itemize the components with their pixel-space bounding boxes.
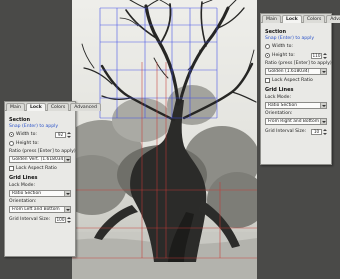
chevron-down-icon xyxy=(320,69,326,74)
decrement-arrow-icon[interactable] xyxy=(67,220,71,223)
height-radio[interactable] xyxy=(265,53,270,58)
grid-interval-label: Grid Interval Size: xyxy=(9,217,51,222)
lock-aspect-label: Lock Aspect Ratio xyxy=(272,78,313,83)
orientation-select[interactable]: From Left and Bottom xyxy=(9,206,71,213)
width-stepper[interactable]: 92 xyxy=(55,131,71,138)
orientation-value: From Left and Bottom xyxy=(12,207,60,212)
snap-link[interactable]: Snap (Enter) to apply xyxy=(9,124,71,129)
photo-canvas[interactable] xyxy=(72,0,257,279)
lock-mode-select[interactable]: Ratio Section xyxy=(265,102,327,109)
section-heading: Section xyxy=(9,117,31,123)
height-radio[interactable] xyxy=(9,141,14,146)
lock-aspect-checkbox[interactable] xyxy=(265,78,270,83)
height-option[interactable]: Height to: 110 xyxy=(265,52,327,59)
width-option[interactable]: Width to: 92 xyxy=(9,131,71,138)
width-label: Width to: xyxy=(272,44,293,49)
decrement-arrow-icon[interactable] xyxy=(323,132,327,135)
grid-interval-value[interactable]: 100 xyxy=(55,216,66,223)
lock-mode-select[interactable]: Ratio Section xyxy=(9,190,71,197)
lock-aspect-checkbox[interactable] xyxy=(9,166,14,171)
chevron-down-icon xyxy=(320,119,326,124)
tab-lock[interactable]: Lock xyxy=(25,103,46,111)
lock-aspect-option[interactable]: Lock Aspect Ratio xyxy=(9,165,71,172)
tree-photo xyxy=(72,0,257,279)
tab-main[interactable]: Main xyxy=(6,103,25,111)
height-label: Height to: xyxy=(16,141,39,146)
width-label: Width to: xyxy=(16,132,37,137)
lock-mode-label: Lock Mode: xyxy=(265,95,291,100)
ratio-label: Ratio (press [Enter] to apply) xyxy=(265,61,332,66)
grid-interval-label: Grid Interval Size: xyxy=(265,129,307,134)
lock-aspect-label: Lock Aspect Ratio xyxy=(16,166,57,171)
ratio-select[interactable]: Golden (1.618034) xyxy=(265,68,327,75)
snap-link[interactable]: Snap (Enter) to apply xyxy=(265,36,327,41)
chevron-down-icon xyxy=(64,157,70,162)
grid-palette-left: Main Lock Colors Advanced Section Snap (… xyxy=(4,101,101,257)
ratio-value: Golden (1.618034) xyxy=(268,69,310,74)
orientation-label: Orientation: xyxy=(9,199,37,204)
lock-aspect-option[interactable]: Lock Aspect Ratio xyxy=(265,77,327,84)
palette-tabs: Main Lock Colors Advanced xyxy=(261,14,340,23)
ratio-select[interactable]: Golden Vert. (1.618034) xyxy=(9,156,71,163)
tab-lock[interactable]: Lock xyxy=(281,15,302,23)
palette-body: Section Snap (Enter) to apply Width to: … xyxy=(261,23,332,138)
orientation-label: Orientation: xyxy=(265,111,293,116)
decrement-arrow-icon[interactable] xyxy=(67,135,71,138)
grid-interval-row: Grid Interval Size: 10 xyxy=(265,128,327,135)
grid-interval-stepper[interactable]: 100 xyxy=(55,216,71,223)
tab-advanced[interactable]: Advanced xyxy=(70,103,101,111)
tab-colors[interactable]: Colors xyxy=(46,103,70,111)
grid-interval-value[interactable]: 10 xyxy=(311,128,322,135)
palette-body: Section Snap (Enter) to apply Width to: … xyxy=(5,111,76,226)
increment-arrow-icon[interactable] xyxy=(67,131,71,134)
grid-lines-heading: Grid Lines xyxy=(9,175,38,181)
height-value[interactable]: 110 xyxy=(311,52,322,59)
orientation-select[interactable]: From Right and Bottom xyxy=(265,118,327,125)
increment-arrow-icon[interactable] xyxy=(323,52,327,55)
lock-mode-label: Lock Mode: xyxy=(9,183,35,188)
grid-interval-row: Grid Interval Size: 100 xyxy=(9,216,71,223)
lock-mode-value: Ratio Section xyxy=(12,191,41,196)
height-label: Height to: xyxy=(272,53,295,58)
height-option[interactable]: Height to: xyxy=(9,140,71,147)
orientation-value: From Right and Bottom xyxy=(268,119,319,124)
decrement-arrow-icon[interactable] xyxy=(323,56,327,59)
width-radio[interactable] xyxy=(265,44,270,49)
workspace-background: Main Lock Colors Advanced Section Snap (… xyxy=(0,0,340,279)
lock-mode-value: Ratio Section xyxy=(268,103,297,108)
ratio-value: Golden Vert. (1.618034) xyxy=(12,157,66,162)
palette-tabs: Main Lock Colors Advanced xyxy=(5,102,101,111)
increment-arrow-icon[interactable] xyxy=(67,216,71,219)
chevron-down-icon xyxy=(64,207,70,212)
chevron-down-icon xyxy=(320,103,326,108)
tab-colors[interactable]: Colors xyxy=(302,15,326,23)
grid-lines-heading: Grid Lines xyxy=(265,87,294,93)
chevron-down-icon xyxy=(64,191,70,196)
grid-palette-right: Main Lock Colors Advanced Section Snap (… xyxy=(260,13,340,165)
width-value[interactable]: 92 xyxy=(55,131,66,138)
ratio-label: Ratio (press [Enter] to apply) xyxy=(9,149,76,154)
section-heading: Section xyxy=(265,29,287,35)
increment-arrow-icon[interactable] xyxy=(323,128,327,131)
tab-main[interactable]: Main xyxy=(262,15,281,23)
tab-advanced[interactable]: Advanced xyxy=(326,15,340,23)
width-radio[interactable] xyxy=(9,132,14,137)
width-option[interactable]: Width to: xyxy=(265,43,327,50)
height-stepper[interactable]: 110 xyxy=(311,52,327,59)
grid-interval-stepper[interactable]: 10 xyxy=(311,128,327,135)
